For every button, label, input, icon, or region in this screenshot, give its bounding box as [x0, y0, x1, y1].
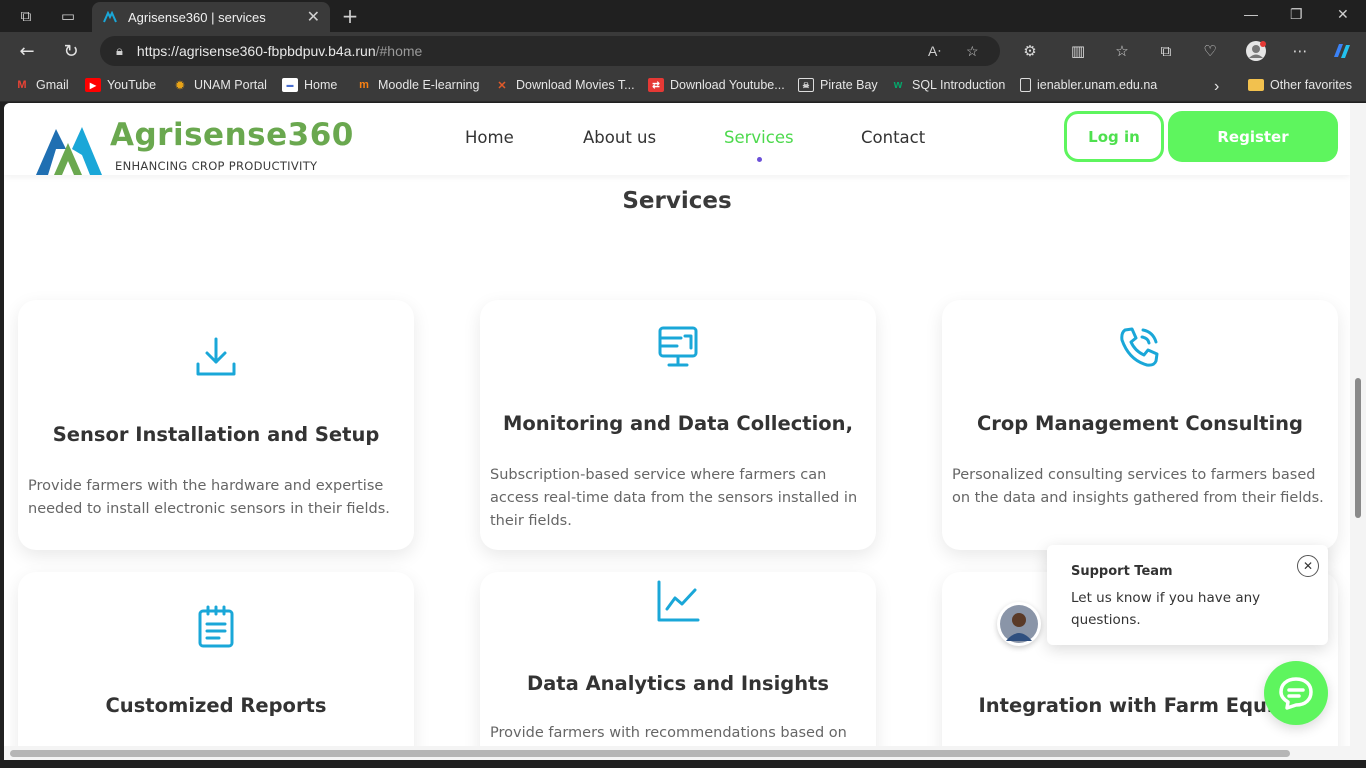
refresh-icon[interactable]: ↻: [58, 39, 84, 63]
page-icon: [1020, 78, 1031, 92]
favorite-star-icon[interactable]: ☆: [966, 43, 979, 60]
bookmark-ienabler[interactable]: ienabler.unam.edu.na: [1020, 78, 1157, 92]
service-card-title: Data Analytics and Insights: [526, 672, 830, 695]
brand-name[interactable]: Agrisense360: [110, 117, 354, 153]
youtube-icon: ▶: [85, 78, 101, 92]
gmail-icon: M: [17, 79, 27, 91]
performance-icon[interactable]: ♡: [1198, 40, 1222, 62]
copilot-icon[interactable]: [1330, 40, 1354, 62]
vertical-scrollbar[interactable]: [1350, 103, 1366, 760]
tab-actions-icon[interactable]: ▭: [54, 4, 82, 28]
pirate-icon: ☠: [798, 78, 814, 92]
service-card-data-analytics[interactable]: Data Analytics and Insights Provide farm…: [480, 572, 876, 760]
unam-icon: ✹: [175, 79, 185, 92]
new-tab-icon[interactable]: +: [338, 4, 362, 28]
bookmark-download-movies[interactable]: ✕ Download Movies T...: [494, 78, 634, 92]
service-card-monitoring[interactable]: Monitoring and Data Collection, Subscrip…: [480, 300, 876, 550]
bookmark-home[interactable]: ▬ Home: [282, 78, 337, 92]
movies-icon: ✕: [497, 79, 507, 92]
monitor-icon: [480, 324, 876, 370]
close-icon[interactable]: ✕: [1297, 555, 1319, 577]
service-card-title: Customized Reports: [105, 694, 327, 717]
phone-call-icon: [942, 324, 1338, 370]
agrisense-favicon-icon: [102, 9, 118, 25]
folder-icon: [1248, 79, 1264, 91]
agrisense-logo-icon[interactable]: [32, 115, 104, 179]
support-chat-popup[interactable]: Support Team Let us know if you have any…: [1047, 545, 1328, 645]
bookmark-unam-portal[interactable]: ✹ UNAM Portal: [172, 78, 267, 92]
back-icon[interactable]: ←: [14, 39, 40, 63]
bookmark-other-favorites[interactable]: Other favorites: [1248, 78, 1352, 92]
service-card-desc: Provide farmers with the hardware and ex…: [28, 478, 390, 517]
home-icon: ▬: [282, 78, 298, 92]
moodle-icon: m: [359, 79, 369, 91]
brand-tagline: ENHANCING CROP PRODUCTIVITY: [115, 159, 318, 173]
minimize-icon[interactable]: —: [1244, 6, 1258, 22]
site-header: Agrisense360 ENHANCING CROP PRODUCTIVITY…: [4, 103, 1350, 175]
extensions-icon[interactable]: ⚙︎: [1018, 40, 1042, 62]
service-card-desc: Provide farmers with recommendations bas…: [490, 725, 847, 741]
tab-title: Agrisense360 | services: [128, 9, 266, 25]
service-card-sensor-installation[interactable]: Sensor Installation and Setup Provide fa…: [18, 300, 414, 550]
tab-close-icon[interactable]: ✕: [307, 7, 320, 27]
browser-toolbar: ← ↻ 🔒︎ https://agrisense360-fbpbdpuv.b4a…: [0, 32, 1366, 70]
nav-services[interactable]: Services: [724, 128, 794, 147]
service-card-desc: Personalized consulting services to farm…: [952, 467, 1324, 506]
support-message: Let us know if you have any questions.: [1071, 590, 1261, 628]
split-screen-icon[interactable]: ▥: [1066, 40, 1090, 62]
lock-icon: 🔒︎: [116, 43, 123, 58]
workspaces-icon[interactable]: ⧉: [12, 4, 40, 28]
page-viewport: Agrisense360 ENHANCING CROP PRODUCTIVITY…: [4, 103, 1350, 760]
close-window-icon[interactable]: ✕: [1337, 6, 1349, 23]
download-icon: [18, 334, 414, 380]
service-card-title: Sensor Installation and Setup: [52, 423, 380, 446]
bookmarks-bar: M Gmail ▶ YouTube ✹ UNAM Portal ▬ Home m Mood…: [0, 70, 1366, 102]
nav-contact[interactable]: Contact: [861, 128, 925, 147]
url-path: /#home: [375, 43, 423, 59]
w3-icon: w: [893, 79, 903, 91]
address-bar[interactable]: 🔒︎ https://agrisense360-fbpbdpuv.b4a.run…: [100, 36, 1000, 66]
horizontal-scroll-thumb[interactable]: [10, 750, 1290, 757]
bookmarks-overflow-icon[interactable]: ›: [1214, 78, 1219, 96]
chat-open-button[interactable]: [1264, 661, 1328, 725]
download-icon: ⇄: [648, 78, 664, 92]
browser-tab-active[interactable]: Agrisense360 | services ✕: [92, 2, 330, 32]
support-title: Support Team: [1071, 564, 1173, 579]
service-card-desc: Subscription-based service where farmers…: [490, 467, 858, 529]
service-card-title: Crop Management Consulting: [976, 412, 1303, 435]
login-button[interactable]: Log in: [1064, 111, 1164, 162]
bookmark-moodle[interactable]: m Moodle E-learning: [356, 78, 479, 92]
chart-line-icon: [480, 578, 876, 624]
vertical-scroll-thumb[interactable]: [1355, 378, 1361, 518]
bookmark-gmail[interactable]: M Gmail: [14, 78, 68, 92]
bookmark-pirate-bay[interactable]: ☠ Pirate Bay: [798, 78, 878, 92]
collections-icon[interactable]: ⧉: [1154, 40, 1178, 62]
favorites-icon[interactable]: ☆: [1110, 40, 1134, 62]
profile-avatar-icon[interactable]: [1244, 40, 1268, 62]
register-button[interactable]: Register: [1168, 111, 1338, 162]
active-nav-indicator: [757, 157, 762, 162]
browser-tabstrip: ⧉ ▭ Agrisense360 | services ✕ + — ❐ ✕: [0, 0, 1366, 32]
more-menu-icon[interactable]: ⋯: [1288, 40, 1312, 62]
bookmark-youtube[interactable]: ▶ YouTube: [85, 78, 156, 92]
restore-icon[interactable]: ❐: [1290, 6, 1303, 23]
service-card-customized-reports[interactable]: Customized Reports: [18, 572, 414, 760]
bookmark-download-youtube[interactable]: ⇄ Download Youtube...: [648, 78, 785, 92]
read-aloud-icon[interactable]: A͏ᐧ: [928, 43, 941, 60]
service-card-title: Monitoring and Data Collection,: [503, 412, 853, 435]
nav-about-us[interactable]: About us: [583, 128, 656, 147]
chat-bubble-icon: [1279, 677, 1313, 710]
horizontal-scrollbar[interactable]: [4, 746, 1350, 760]
bookmark-sql-introduction[interactable]: w SQL Introduction: [890, 78, 1006, 92]
url-host: https://agrisense360-fbpbdpuv.b4a.run: [136, 43, 376, 59]
support-agent-avatar: [997, 602, 1041, 646]
service-card-crop-consulting[interactable]: Crop Management Consulting Personalized …: [942, 300, 1338, 550]
window-bottom-edge: [0, 760, 1366, 768]
services-heading: Services: [622, 188, 732, 214]
nav-home[interactable]: Home: [465, 128, 514, 147]
notepad-icon: [18, 604, 414, 650]
